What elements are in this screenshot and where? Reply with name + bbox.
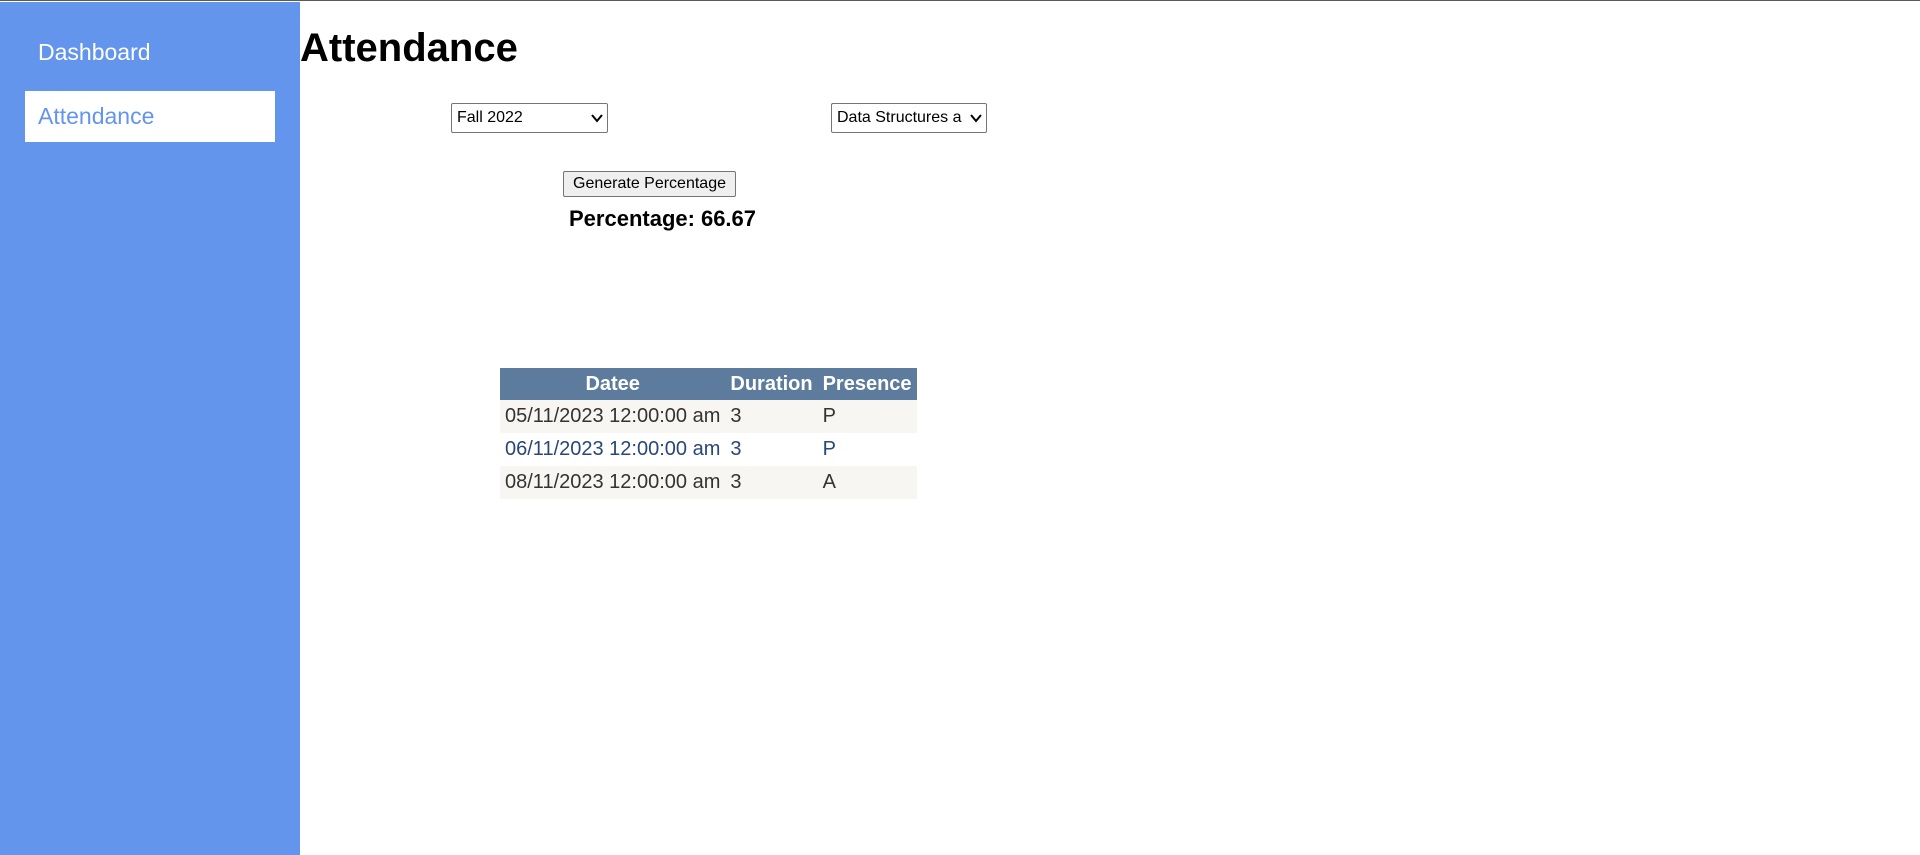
- course-select[interactable]: Data Structures a: [831, 103, 987, 133]
- column-header-date: Datee: [500, 368, 726, 400]
- semester-select-value: Fall 2022: [457, 109, 523, 126]
- cell-presence: P: [817, 400, 917, 433]
- attendance-table: Datee Duration Presence 05/11/2023 12:00…: [500, 368, 917, 499]
- column-header-presence: Presence: [817, 368, 917, 400]
- table-row: 05/11/2023 12:00:00 am 3 P: [500, 400, 917, 433]
- course-select-value: Data Structures a: [837, 109, 962, 126]
- chevron-down-icon: [970, 114, 982, 123]
- sidebar-item-attendance[interactable]: Attendance: [25, 91, 275, 142]
- percentage-label: Percentage:: [569, 206, 695, 231]
- cell-duration: 3: [725, 433, 818, 466]
- cell-date: 06/11/2023 12:00:00 am: [500, 433, 726, 466]
- cell-duration: 3: [725, 466, 818, 499]
- generate-percentage-button[interactable]: Generate Percentage: [563, 171, 736, 197]
- cell-presence: A: [817, 466, 917, 499]
- sidebar-item-dashboard[interactable]: Dashboard: [25, 27, 275, 78]
- cell-date: 08/11/2023 12:00:00 am: [500, 466, 726, 499]
- percentage-value: 66.67: [700, 206, 757, 231]
- cell-date: 05/11/2023 12:00:00 am: [500, 400, 726, 433]
- sidebar: Dashboard Attendance: [0, 2, 300, 855]
- cell-duration: 3: [725, 400, 818, 433]
- cell-presence: P: [817, 433, 917, 466]
- chevron-down-icon: [591, 114, 603, 123]
- semester-select[interactable]: Fall 2022: [451, 103, 608, 133]
- page-title: Attendance: [300, 26, 518, 70]
- table-row: 06/11/2023 12:00:00 am 3 P: [500, 433, 917, 466]
- page: Dashboard Attendance Attendance Fall 202…: [0, 0, 1920, 855]
- column-header-duration: Duration: [725, 368, 818, 400]
- table-row: 08/11/2023 12:00:00 am 3 A: [500, 466, 917, 499]
- percentage-result: Percentage: 66.67: [569, 206, 756, 232]
- table-header-row: Datee Duration Presence: [500, 368, 917, 400]
